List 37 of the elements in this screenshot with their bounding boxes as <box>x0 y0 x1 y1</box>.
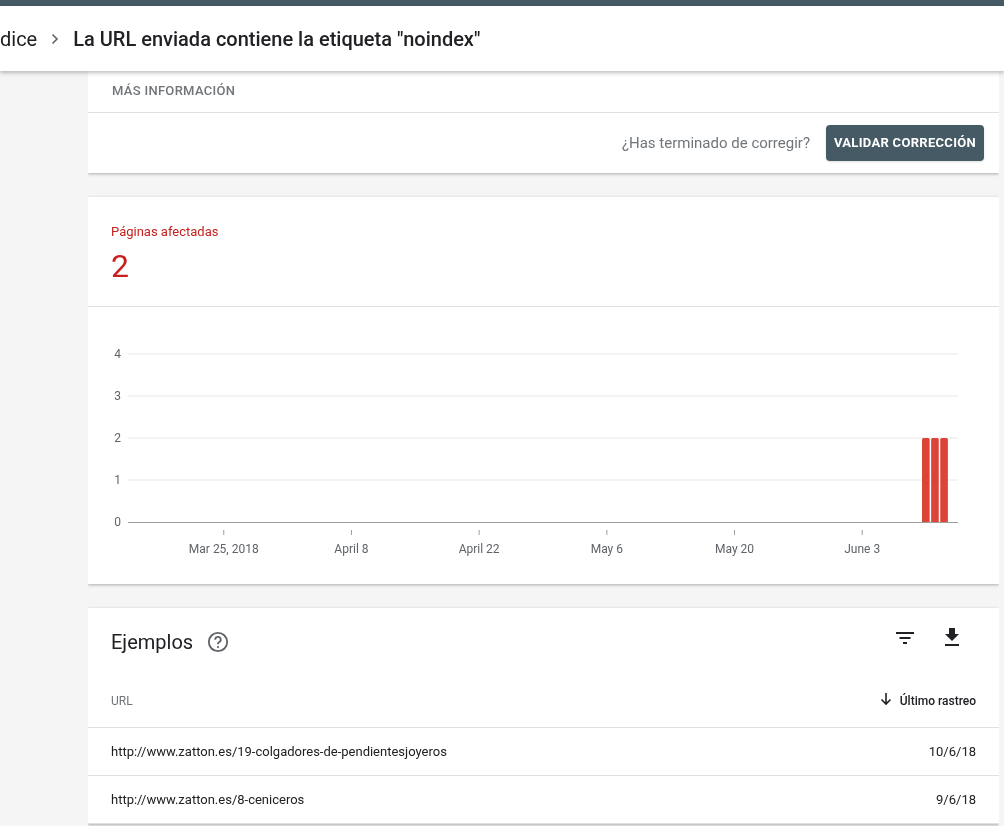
y-tick-label: 2 <box>114 431 121 445</box>
examples-title: Ejemplos <box>111 629 194 656</box>
breadcrumb-link[interactable]: dice <box>0 23 38 54</box>
y-tick-label: 0 <box>114 515 121 529</box>
column-header[interactable]: Último rastreo <box>899 691 976 710</box>
x-tick-label: Mar 25, 2018 <box>188 542 259 556</box>
url-cell-text: http://www.zatton.es/19-colgadores-de-pendientesjoyeros <box>111 742 448 761</box>
tick-mark <box>734 529 736 536</box>
x-tick-label: June 3 <box>844 542 881 556</box>
x-tick-label: May 6 <box>590 542 623 556</box>
help-icon[interactable] <box>207 631 230 653</box>
x-tick-label: April 22 <box>458 542 500 556</box>
tick-mark <box>478 529 480 536</box>
affected-count: 2 <box>111 245 130 286</box>
date-cell-text: 10/6/18 <box>928 742 976 761</box>
y-tick-label: 4 <box>114 347 121 361</box>
chevron-icon <box>51 32 60 45</box>
date-cell-text: 9/6/18 <box>936 790 976 809</box>
download-icon[interactable] <box>944 627 960 647</box>
validate-button[interactable]: VALIDAR CORRECCIÓN <box>826 125 984 161</box>
more-info-link[interactable]: MÁS INFORMACIÓN <box>112 80 236 101</box>
tick-mark <box>223 529 225 536</box>
y-tick-label: 3 <box>114 389 121 403</box>
table-row[interactable]: http://www.zatton.es/19-colgadores-de-pendientesjoyeros 10/6/18 <box>88 728 999 776</box>
table-row[interactable]: http://www.zatton.es/8-ceniceros 9/6/18 <box>88 776 999 824</box>
page-title: La URL enviada contiene la etiqueta "noindex" <box>73 25 481 53</box>
affected-label: Páginas afectadas <box>111 223 220 241</box>
tick-mark <box>861 529 863 536</box>
question-text: ¿Has terminado de corregir? <box>621 132 810 154</box>
x-tick-label: May 20 <box>715 542 755 556</box>
column-header[interactable]: URL <box>111 691 133 710</box>
x-tick-label: April 8 <box>334 542 369 556</box>
tick-mark <box>350 529 352 536</box>
url-cell-text: http://www.zatton.es/8-ceniceros <box>111 790 306 809</box>
tick-mark <box>606 529 608 536</box>
y-tick-label: 1 <box>114 473 121 487</box>
filter-icon[interactable] <box>895 631 915 645</box>
